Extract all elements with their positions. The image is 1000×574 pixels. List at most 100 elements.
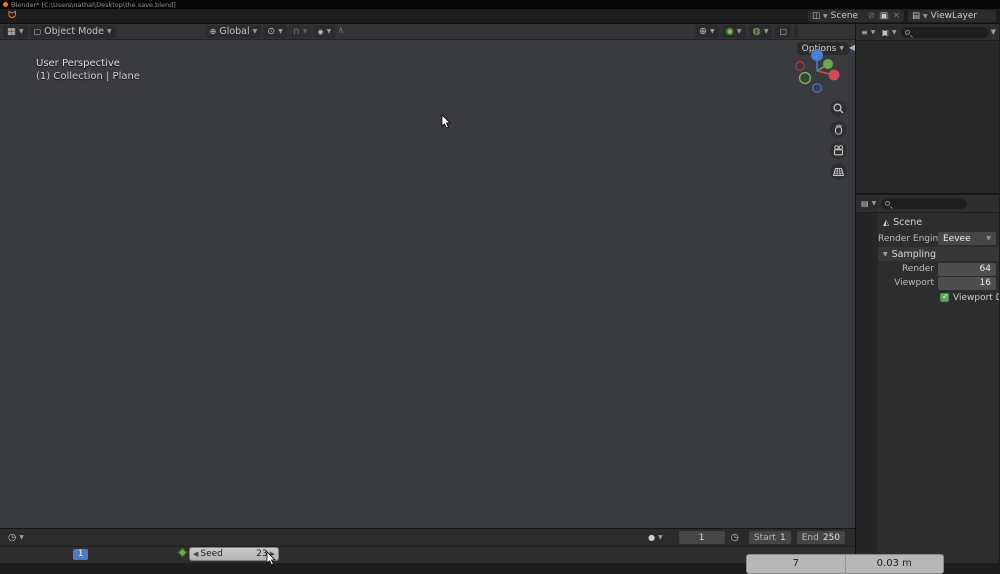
sampling-panel-header[interactable]: ▼ Sampling (878, 247, 999, 261)
current-frame-marker[interactable]: 1 (73, 549, 88, 560)
camera-view-button[interactable] (830, 142, 847, 159)
axis-y-ball[interactable] (823, 59, 833, 69)
properties-breadcrumb: ◭ Scene (878, 215, 999, 230)
search-icon (905, 30, 910, 35)
viewport-denoising-row: Viewport Denoising (878, 290, 999, 305)
scene-icon: ◭ (883, 218, 889, 227)
axis-z-ball[interactable] (811, 49, 823, 61)
slider-left-arrow[interactable]: ◀ (193, 550, 198, 558)
outliner-tree (856, 41, 999, 193)
xray-icon: ◍ (753, 26, 761, 37)
blender-logo-icon (3, 2, 8, 7)
gizmo-dropdown[interactable]: ⊕▼ (695, 25, 719, 38)
toggle-perspective-button[interactable] (830, 163, 847, 180)
mouse-cursor (441, 114, 453, 131)
axis-x-ball[interactable] (829, 70, 840, 81)
close-icon[interactable]: ✕ (893, 12, 900, 20)
breadcrumb-label: Scene (893, 217, 922, 228)
viewport-column: ▦ ▼ ▢ Object Mode ▼ ⊕ Global ▼ ⊙▼ ∩▼ ◉▼ … (0, 24, 856, 563)
pan-hand-button[interactable] (830, 121, 847, 138)
seed-slider-label: Seed (200, 549, 223, 559)
new-scene-icon[interactable]: ▣ (878, 12, 890, 20)
stopwatch-icon: ◷ (731, 532, 739, 543)
editor-type-button[interactable]: ▦ ▼ (3, 25, 28, 38)
display-mode-icon: ▣ (881, 28, 889, 37)
frame-start-field[interactable]: Start 1 (749, 531, 791, 544)
zoom-button[interactable] (830, 100, 847, 117)
timeline-ruler[interactable]: 1 (0, 546, 855, 563)
mouse-cursor-drag (266, 551, 278, 568)
viewport-info-text: User Perspective (1) Collection | Plane (36, 57, 140, 83)
axis-neg-y-ball[interactable] (800, 73, 811, 84)
filter-icon[interactable]: ▼ (991, 28, 996, 36)
sidebar-collapse-arrow[interactable]: ◀ (849, 43, 855, 52)
axis-neg-x-ball[interactable] (796, 62, 804, 70)
viewport-editor-icon: ▦ (7, 26, 16, 37)
render-engine-dropdown[interactable]: Eevee ▼ (938, 232, 996, 245)
mode-label: Object Mode (44, 26, 104, 37)
sampling-viewport-field[interactable]: 16 (938, 277, 996, 290)
current-frame-field[interactable]: 1 (679, 531, 725, 544)
value-popup-right: 0.03 m (845, 555, 944, 573)
properties-editor-type-button[interactable]: ▤ ▼ (859, 197, 878, 210)
frame-end-field[interactable]: End 250 (797, 531, 845, 544)
sampling-viewport-label: Viewport (878, 278, 934, 288)
titlebar: Blender* [C:\Users\nathal\Desktop\the sa… (0, 0, 1000, 9)
mode-dropdown[interactable]: ▢ Object Mode ▼ (30, 25, 116, 38)
viewport-header: ▦ ▼ ▢ Object Mode ▼ ⊕ Global ▼ ⊙▼ ∩▼ ◉▼ … (0, 24, 855, 40)
timeline-editor-type-button[interactable]: ◷ ▼ (4, 531, 28, 544)
proportional-edit-toggle[interactable]: ◉▼ (313, 25, 335, 38)
properties-tab-strip (856, 213, 878, 563)
pin-icon[interactable]: ⊘ (868, 12, 875, 20)
record-icon: ● (648, 533, 655, 542)
navigation-gizmo[interactable] (791, 45, 843, 97)
topbar: ᗢ ◫ ▼ Scene ⊘ ▣ ✕ ▤ ▼ ViewLayer (0, 9, 1000, 24)
sampling-title: Sampling (892, 249, 936, 260)
viewport-denoising-checkbox[interactable] (940, 293, 949, 302)
sampling-render-label: Render (878, 264, 934, 274)
preview-range-toggle[interactable]: ◷ (727, 531, 743, 544)
falloff-icon: ∧ (337, 25, 344, 38)
outliner-editor-type-button[interactable]: ≡ ▼ (859, 26, 877, 39)
render-engine-value: Eevee (943, 234, 971, 244)
active-context: (1) Collection | Plane (36, 70, 140, 83)
viewport[interactable]: Options ▼ User Perspective (1) Collectio… (0, 40, 855, 528)
chevron-down-icon: ▼ (19, 534, 24, 541)
outliner-search-input[interactable] (901, 27, 989, 38)
sampling-render-row: Render 64 (878, 262, 999, 276)
auto-keying-toggle[interactable]: ● ▼ (644, 531, 667, 544)
shading-mode-group (794, 25, 798, 38)
xray-box-icon: ▢ (779, 27, 787, 36)
scene-selector[interactable]: ◫ ▼ Scene ⊘ ▣ ✕ (808, 10, 904, 22)
clock-icon: ◷ (8, 532, 16, 543)
snap-toggle[interactable]: ∩▼ (289, 25, 312, 38)
work-area: ▦ ▼ ▢ Object Mode ▼ ⊕ Global ▼ ⊙▼ ∩▼ ◉▼ … (0, 24, 1000, 563)
viewport-canvas[interactable] (0, 40, 855, 528)
search-icon (885, 201, 890, 206)
view-layer-selector[interactable]: ▤ ▼ ViewLayer (908, 10, 996, 22)
chevron-down-icon: ▼ (658, 534, 663, 541)
end-label: End (802, 533, 819, 543)
chevron-down-icon: ▼ (883, 251, 888, 258)
viewport-denoising-label: Viewport Denoising (953, 293, 999, 303)
view-layer-name: ViewLayer (931, 11, 977, 21)
xray-toggle[interactable]: ▢ (775, 25, 791, 38)
properties-search-input[interactable] (881, 198, 967, 209)
axis-neg-z-ball[interactable] (813, 84, 821, 92)
timeline-editor: ◷ ▼ ● ▼ 1 ◷ Start 1 End (0, 528, 855, 563)
viewport-nav-buttons (830, 100, 847, 180)
xray-dropdown[interactable]: ◍▼ (749, 25, 773, 38)
orientation-dropdown[interactable]: ⊕ Global ▼ (206, 25, 262, 38)
properties-icon: ▤ (861, 199, 869, 208)
pivot-dropdown[interactable]: ⊙▼ (263, 25, 287, 38)
object-mode-icon: ▢ (34, 27, 42, 36)
sampling-render-field[interactable]: 64 (938, 263, 996, 276)
overlays-dropdown[interactable]: ◉▼ (722, 25, 746, 38)
start-label: Start (754, 533, 776, 543)
render-engine-label: Render Engine (878, 234, 934, 244)
properties-header: ▤ ▼ (856, 195, 999, 213)
outliner-display-mode-button[interactable]: ▣ ▼ (879, 26, 898, 39)
magnet-icon: ∩ (293, 26, 300, 37)
sampling-viewport-row: Viewport 16 (878, 276, 999, 290)
blender-menu-icon[interactable]: ᗢ (8, 11, 16, 21)
